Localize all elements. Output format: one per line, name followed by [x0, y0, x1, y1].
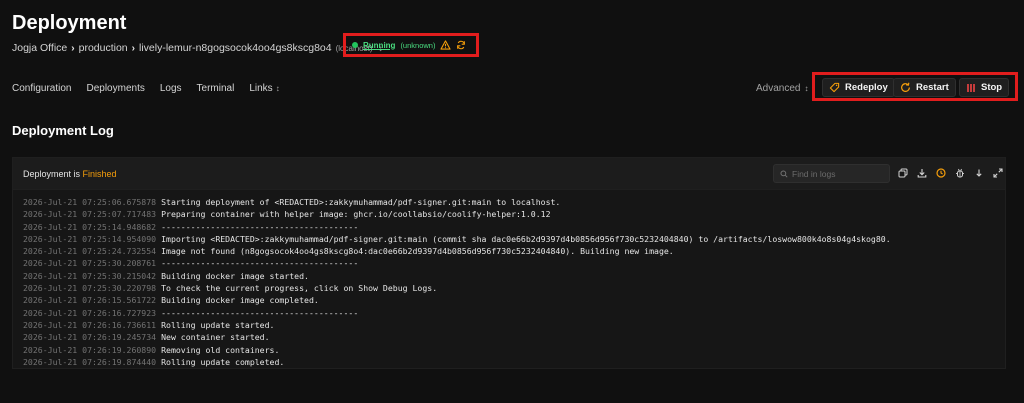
log-timestamp: 2026-Jul-21 07:25:14.954090 [23, 233, 157, 244]
log-line: 2026-Jul-21 07:25:30.208761 -------------… [23, 257, 995, 269]
tab-links-label: Links [249, 83, 273, 94]
breadcrumb-team[interactable]: Jogja Office [12, 42, 67, 54]
tab-configuration[interactable]: Configuration [12, 83, 71, 94]
log-message: Preparing container with helper image: g… [161, 209, 551, 220]
log-timestamp: 2026-Jul-21 07:26:16.736611 [23, 319, 157, 330]
log-timestamp: 2026-Jul-21 07:25:30.208761 [23, 258, 157, 269]
log-timestamp: 2026-Jul-21 07:25:14.948682 [23, 221, 157, 232]
log-line: 2026-Jul-21 07:26:16.727923 -------------… [23, 307, 995, 319]
tab-deployments[interactable]: Deployments [86, 83, 144, 94]
log-message: Image not found (n8gogsocok4oo4gs8kscg8o… [161, 246, 674, 257]
log-line: 2026-Jul-21 07:25:14.954090 Importing <RE… [23, 233, 995, 245]
breadcrumb-resource[interactable]: lively-lemur-n8gogsocok4oo4gs8kscg8o4 [139, 42, 332, 54]
tab-logs[interactable]: Logs [160, 83, 182, 94]
chevron-right-icon: › [131, 42, 135, 54]
status-running-link[interactable]: Running [363, 41, 395, 50]
fullscreen-icon[interactable] [993, 168, 1003, 178]
clock-icon[interactable] [936, 168, 946, 178]
log-line: 2026-Jul-21 07:25:06.675878 Starting depl… [23, 196, 995, 208]
log-line: 2026-Jul-21 07:25:14.948682 -------------… [23, 221, 995, 233]
chevron-updown-icon: ↕ [275, 84, 280, 93]
search-icon [780, 165, 788, 183]
log-timestamp: 2026-Jul-21 07:26:15.561722 [23, 295, 157, 306]
log-line: 2026-Jul-21 07:26:15.561722 Building dock… [23, 294, 995, 306]
log-message: Building docker image started. [161, 270, 309, 281]
chevron-updown-icon: ↕ [804, 84, 809, 93]
log-timestamp: 2026-Jul-21 07:26:19.260890 [23, 344, 157, 355]
log-timestamp: 2026-Jul-21 07:26:19.245734 [23, 332, 157, 343]
log-line: 2026-Jul-21 07:25:24.732554 Image not fou… [23, 245, 995, 257]
log-message: ---------------------------------------- [161, 221, 359, 232]
status-dot-icon [352, 42, 358, 48]
tab-terminal[interactable]: Terminal [197, 83, 235, 94]
restart-label: Restart [916, 82, 949, 93]
log-line: 2026-Jul-21 07:26:16.736611 Rolling updat… [23, 319, 995, 331]
refresh-icon[interactable] [456, 40, 466, 50]
log-line: 2026-Jul-21 07:25:07.717483 Preparing con… [23, 208, 995, 220]
tab-links[interactable]: Links ↕ [249, 83, 279, 94]
download-icon[interactable] [917, 168, 927, 178]
log-timestamp: 2026-Jul-21 07:25:24.732554 [23, 246, 157, 257]
log-timestamp: 2026-Jul-21 07:25:06.675878 [23, 197, 157, 207]
log-output: 2026-Jul-21 07:25:06.675878 Starting depl… [13, 190, 1005, 368]
warning-triangle-icon[interactable] [440, 40, 452, 50]
tag-icon [829, 82, 840, 93]
log-timestamp: 2026-Jul-21 07:26:16.727923 [23, 307, 157, 318]
log-search [773, 164, 890, 183]
copy-icon[interactable] [898, 168, 908, 178]
deployment-status-prefix: Deployment is [23, 169, 83, 179]
log-message: Building docker image completed. [161, 295, 319, 306]
status-indicator: Running (unknown) [343, 33, 479, 57]
resource-nav: Configuration Deployments Logs Terminal … [12, 83, 280, 94]
deployment-log-panel: Deployment is Finished Find in logs 2026… [12, 157, 1006, 369]
log-timestamp: 2026-Jul-21 07:26:19.874440 [23, 356, 157, 367]
redeploy-button[interactable]: Redeploy [822, 78, 895, 97]
log-message: Removing old containers. [161, 344, 280, 355]
log-message: ---------------------------------------- [161, 307, 359, 318]
restart-button[interactable]: Restart [893, 78, 956, 97]
log-timestamp: 2026-Jul-21 07:25:07.717483 [23, 209, 157, 220]
log-message: New container started. [161, 332, 270, 343]
log-message: Importing <REDACTED>:zakkymuhammad/pdf-s… [161, 233, 891, 244]
log-line: 2026-Jul-21 07:25:30.220798 To check the … [23, 282, 995, 294]
log-message: Rolling update started. [161, 319, 275, 330]
stop-button[interactable]: Stop [959, 78, 1010, 97]
chevron-right-icon: › [71, 42, 75, 54]
advanced-label: Advanced [756, 83, 801, 94]
log-line: 2026-Jul-21 07:26:19.874440 Rolling updat… [23, 356, 995, 368]
log-line: 2026-Jul-21 07:26:19.245734 New container… [23, 331, 995, 343]
scroll-down-icon[interactable] [974, 168, 984, 178]
log-timestamp: 2026-Jul-21 07:25:30.220798 [23, 283, 157, 294]
status-health: (unknown) [400, 40, 436, 50]
breadcrumb-project[interactable]: production [79, 42, 128, 54]
breadcrumb: Jogja Office › production › lively-lemur… [12, 42, 383, 54]
redeploy-label: Redeploy [845, 82, 888, 93]
page-title: Deployment [12, 12, 127, 34]
log-header: Deployment is Finished [13, 158, 1005, 190]
log-message: Starting deployment of <REDACTED>:zakkym… [161, 197, 561, 207]
log-toolbar [898, 168, 1003, 178]
debug-icon[interactable] [955, 168, 965, 178]
deployment-status-value: Finished [82, 169, 117, 179]
log-message: Rolling update completed. [161, 356, 285, 367]
search-input[interactable] [792, 168, 882, 179]
stop-label: Stop [981, 82, 1003, 93]
log-line: 2026-Jul-21 07:25:30.215042 Building dock… [23, 270, 995, 282]
log-timestamp: 2026-Jul-21 07:25:30.215042 [23, 270, 157, 281]
log-line: 2026-Jul-21 07:26:19.260890 Removing old … [23, 344, 995, 356]
stop-icon [966, 83, 976, 93]
section-title: Deployment Log [12, 123, 114, 138]
log-message: ---------------------------------------- [161, 258, 359, 269]
restart-icon [900, 82, 911, 93]
deployment-status: Deployment is Finished [23, 169, 117, 179]
advanced-dropdown[interactable]: Advanced ↕ [756, 83, 808, 94]
log-message: To check the current progress, click on … [161, 283, 438, 294]
